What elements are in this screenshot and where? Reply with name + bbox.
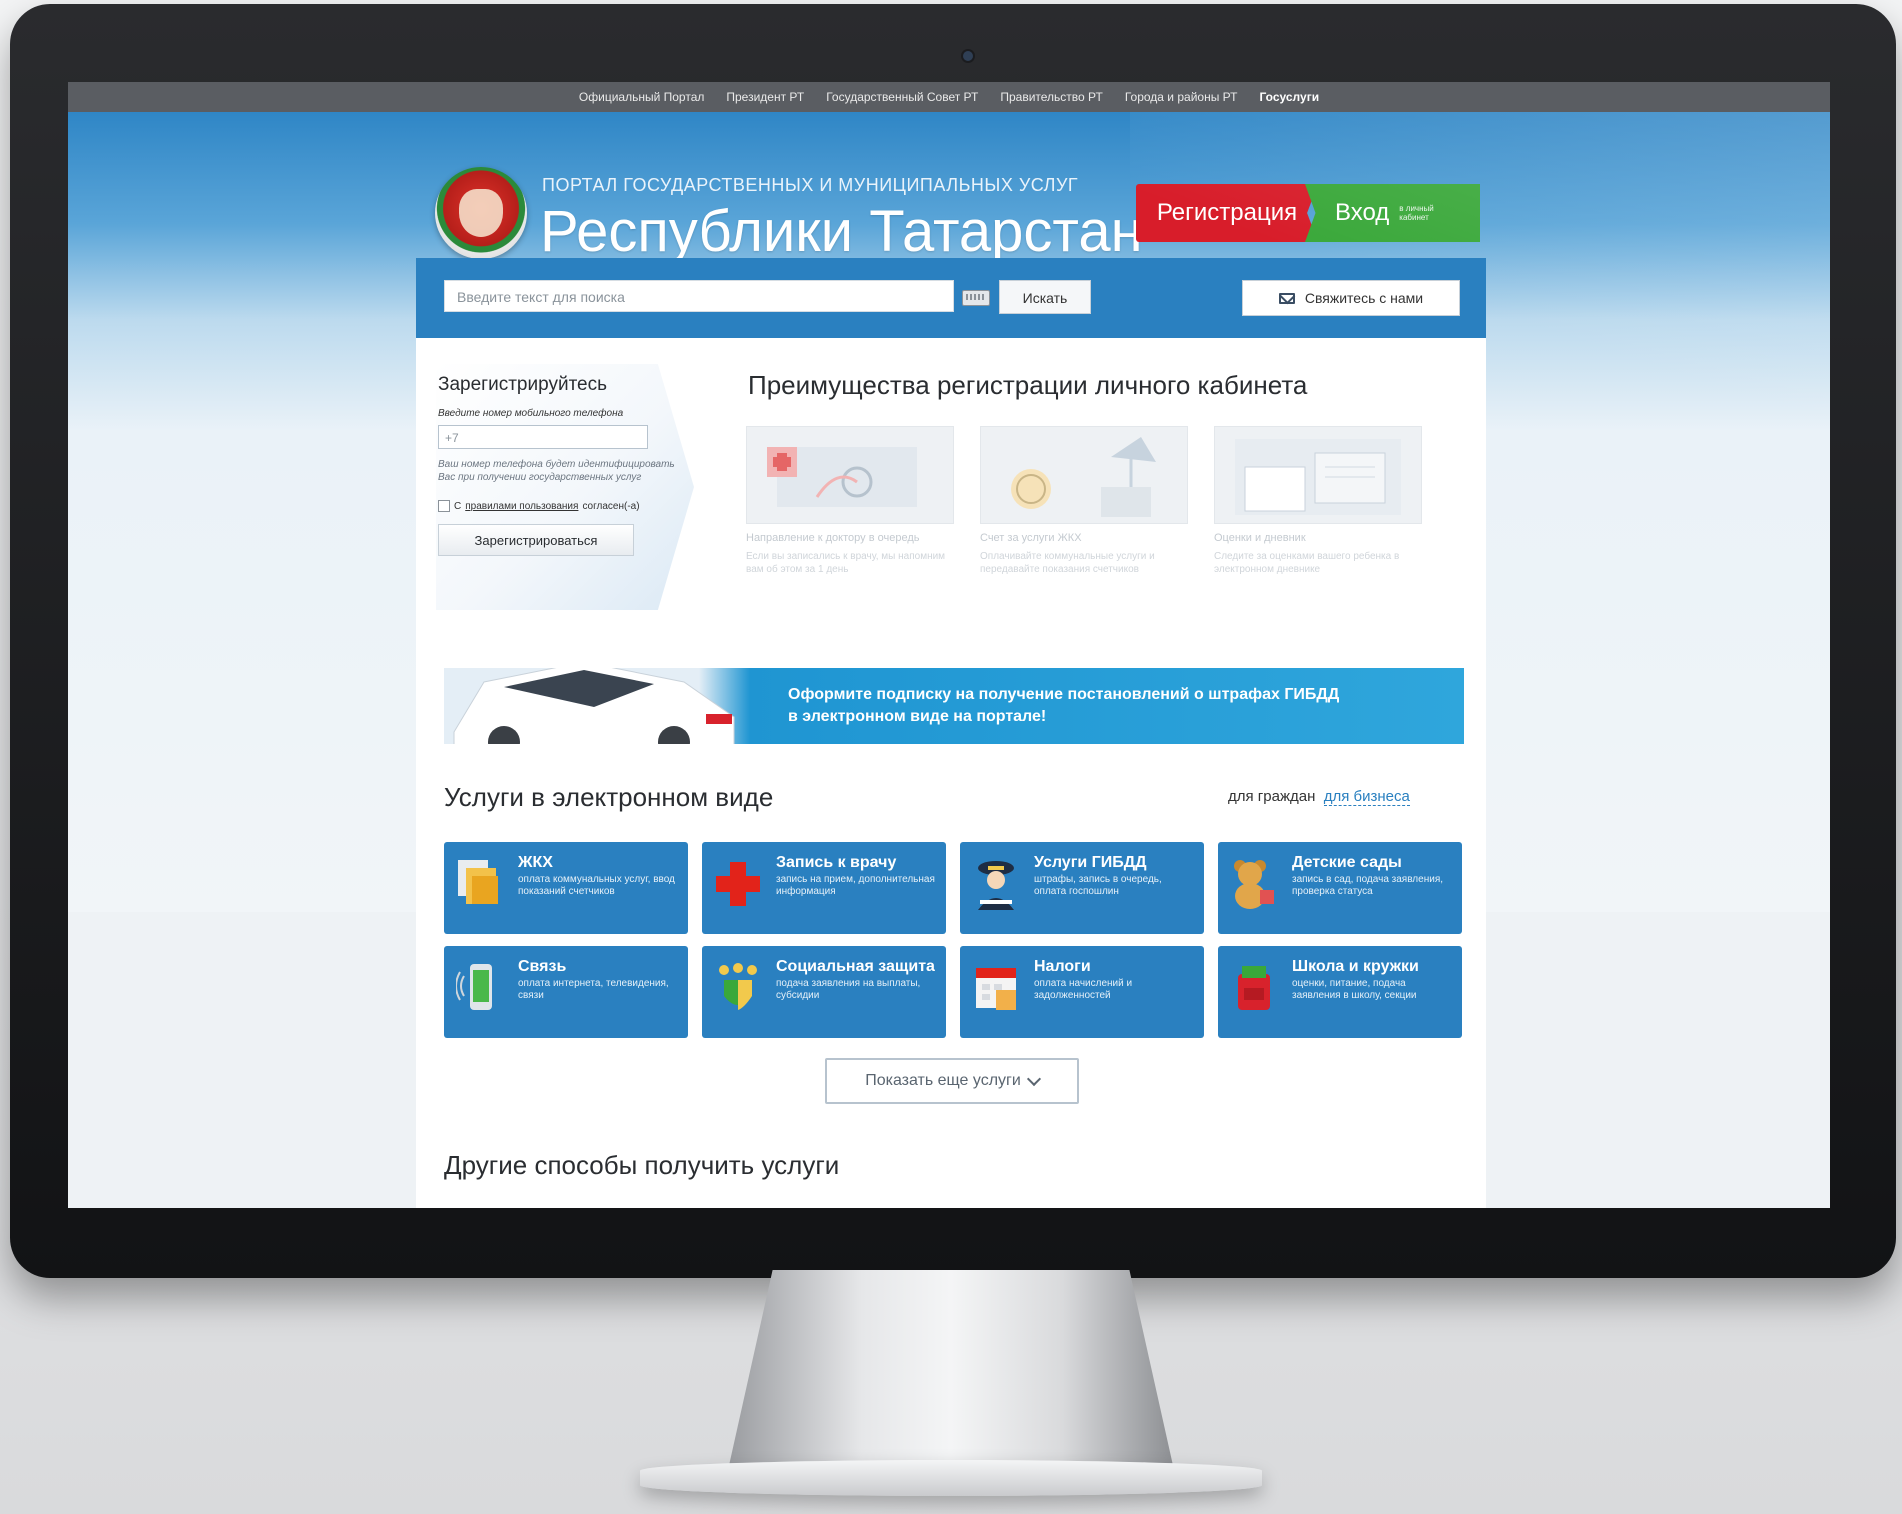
topnav-item-cities[interactable]: Города и районы РТ — [1125, 90, 1238, 104]
service-desc: подача заявления на выплаты, субсидии — [776, 978, 921, 1001]
service-name: ЖКХ — [518, 854, 553, 871]
monitor-base — [640, 1460, 1262, 1496]
top-navigation: Официальный Портал Президент РТ Государс… — [68, 82, 1830, 112]
service-desc: оплата коммунальных услуг, ввод показани… — [518, 874, 675, 897]
register-button[interactable]: Регистрация — [1136, 184, 1318, 242]
service-name: Налоги — [1034, 958, 1091, 975]
login-label: Вход — [1335, 199, 1390, 226]
service-desc: оплата начислений и задолженностей — [1034, 978, 1133, 1001]
chevron-down-icon — [1026, 1071, 1041, 1087]
banner-line-1: Оформите подписку на получение постановл… — [788, 686, 1340, 703]
envelope-icon — [1278, 292, 1295, 304]
services-grid: ЖКХ оплата коммунальных услуг, ввод пока… — [444, 842, 1466, 1038]
service-tile-taxes[interactable]: Налоги оплата начислений и задолженносте… — [960, 946, 1204, 1038]
show-more-services-button[interactable]: Показать еще услуги — [825, 1058, 1079, 1104]
service-desc: оплата интернета, телевидения, связи — [518, 978, 669, 1001]
advantages-title: Преимущества регистрации личного кабинет… — [748, 370, 1308, 400]
advantage-desc: Если вы записались к врачу, мы напомним … — [746, 551, 946, 575]
topnav-item-president[interactable]: Президент РТ — [726, 90, 804, 104]
services-title: Услуги в электронном виде — [444, 782, 774, 812]
advantage-caption: Направление к доктору в очередь — [746, 532, 920, 544]
show-more-label: Показать еще услуги — [865, 1072, 1021, 1089]
service-desc: оценки, питание, подача заявления в школ… — [1292, 978, 1417, 1001]
teddy-bear-icon — [1234, 860, 1274, 909]
advantage-desc: Следите за оценками вашего ребенка в эле… — [1214, 551, 1400, 575]
medical-cross-icon — [716, 862, 760, 906]
doctor-illustration-icon — [746, 426, 954, 524]
diary-illustration-icon — [1214, 426, 1422, 524]
utilities-illustration-icon — [980, 426, 1188, 524]
contact-label: Свяжитесь с нами — [1304, 290, 1424, 306]
service-name: Детские сады — [1292, 854, 1402, 871]
other-ways-title: Другие способы получить услуги — [444, 1150, 840, 1180]
advantage-card: Оценки и дневник Следите за оценками ваш… — [1214, 426, 1422, 576]
tatarstan-emblem-icon — [435, 167, 527, 259]
service-name: Школа и кружки — [1292, 958, 1419, 975]
service-tile-doctor[interactable]: Запись к врачу запись на прием, дополнит… — [702, 842, 946, 934]
service-tile-social[interactable]: Социальная защита подача заявления на вы… — [702, 946, 946, 1038]
portal-title: Республики Татарстан — [540, 199, 1143, 264]
screen: Официальный Портал Президент РТ Государс… — [68, 82, 1830, 1208]
advantage-caption: Счет за услуги ЖКХ — [980, 532, 1082, 544]
service-name: Связь — [518, 958, 567, 975]
search-bar: Введите текст для поиска Искать Свяжитес… — [416, 258, 1486, 338]
car-illustration-icon — [453, 668, 735, 744]
family-shield-icon — [719, 963, 757, 1010]
service-desc: штрафы, запись в очередь, оплата госпошл… — [1034, 874, 1162, 897]
agree-prefix: С — [454, 500, 462, 512]
search-input[interactable]: Введите текст для поиска — [444, 280, 954, 312]
service-tile-zhkh[interactable]: ЖКХ оплата коммунальных услуг, ввод пока… — [444, 842, 688, 934]
calendar-icon — [976, 968, 1016, 1010]
phone-input[interactable]: +7 — [438, 425, 648, 449]
documents-icon — [458, 860, 498, 904]
service-name: Социальная защита — [776, 958, 935, 975]
contact-button[interactable]: Свяжитесь с нами — [1242, 280, 1460, 316]
camera-icon — [963, 51, 973, 61]
service-desc: запись на прием, дополнительная информац… — [776, 874, 935, 897]
gibdd-banner[interactable]: Оформите подписку на получение постановл… — [444, 668, 1464, 744]
topnav-item-government[interactable]: Правительство РТ — [1000, 90, 1102, 104]
topnav-item-gosuslugi[interactable]: Госуслуги — [1259, 90, 1319, 104]
terms-link[interactable]: правилами пользования — [465, 501, 578, 512]
service-tile-school[interactable]: Школа и кружки оценки, питание, подача з… — [1218, 946, 1462, 1038]
agree-row: С правилами пользования согласен(-а) — [438, 500, 640, 512]
portal-subtitle: ПОРТАЛ ГОСУДАРСТВЕННЫХ И МУНИЦИПАЛЬНЫХ У… — [542, 175, 1079, 195]
topnav-item-state-council[interactable]: Государственный Совет РТ — [826, 90, 978, 104]
register-panel: Зарегистрируйтесь Введите номер мобильно… — [436, 364, 694, 610]
search-button[interactable]: Искать — [999, 280, 1091, 314]
audience-switch: для граждан для бизнеса — [1228, 788, 1410, 806]
advantage-desc: Оплачивайте коммунальные услуги и переда… — [980, 551, 1155, 575]
keyboard-icon[interactable] — [962, 290, 990, 306]
banner-text: Оформите подписку на получение постановл… — [788, 684, 1339, 728]
service-tile-communication[interactable]: Связь оплата интернета, телевидения, свя… — [444, 946, 688, 1038]
tab-citizens[interactable]: для граждан — [1228, 788, 1315, 805]
agree-suffix: согласен(-а) — [582, 500, 640, 512]
service-desc: запись в сад, подача заявления, проверка… — [1292, 874, 1444, 897]
school-bag-icon — [1238, 966, 1270, 1010]
tab-business[interactable]: для бизнеса — [1323, 788, 1410, 806]
phone-note: Ваш номер телефона будет идентифицироват… — [438, 459, 675, 483]
service-tile-gibdd[interactable]: Услуги ГИБДД штрафы, запись в очередь, о… — [960, 842, 1204, 934]
advantage-caption: Оценки и дневник — [1214, 532, 1306, 544]
topnav-item-official-portal[interactable]: Официальный Портал — [579, 90, 704, 104]
service-name: Запись к врачу — [776, 854, 897, 871]
register-title: Зарегистрируйтесь — [438, 374, 608, 395]
advantage-card: Счет за услуги ЖКХ Оплачивайте коммуналь… — [980, 426, 1188, 576]
monitor-stand — [728, 1270, 1174, 1470]
login-button[interactable]: Вход в личный кабинет — [1305, 184, 1480, 242]
login-sublabel: в личный кабинет — [1399, 204, 1434, 222]
banner-line-2: в электронном виде на портале! — [788, 708, 1047, 725]
police-officer-icon — [978, 861, 1014, 910]
service-name: Услуги ГИБДД — [1034, 854, 1147, 871]
phone-label: Введите номер мобильного телефона — [438, 408, 624, 419]
main-content: Введите текст для поиска Искать Свяжитес… — [416, 258, 1486, 1208]
advantage-card: Направление к доктору в очередь Если вы … — [746, 426, 954, 576]
service-tile-kindergarten[interactable]: Детские сады запись в сад, подача заявле… — [1218, 842, 1462, 934]
agree-checkbox[interactable] — [438, 500, 450, 512]
register-submit-button[interactable]: Зарегистрироваться — [438, 524, 634, 556]
mobile-phone-icon — [456, 964, 492, 1010]
